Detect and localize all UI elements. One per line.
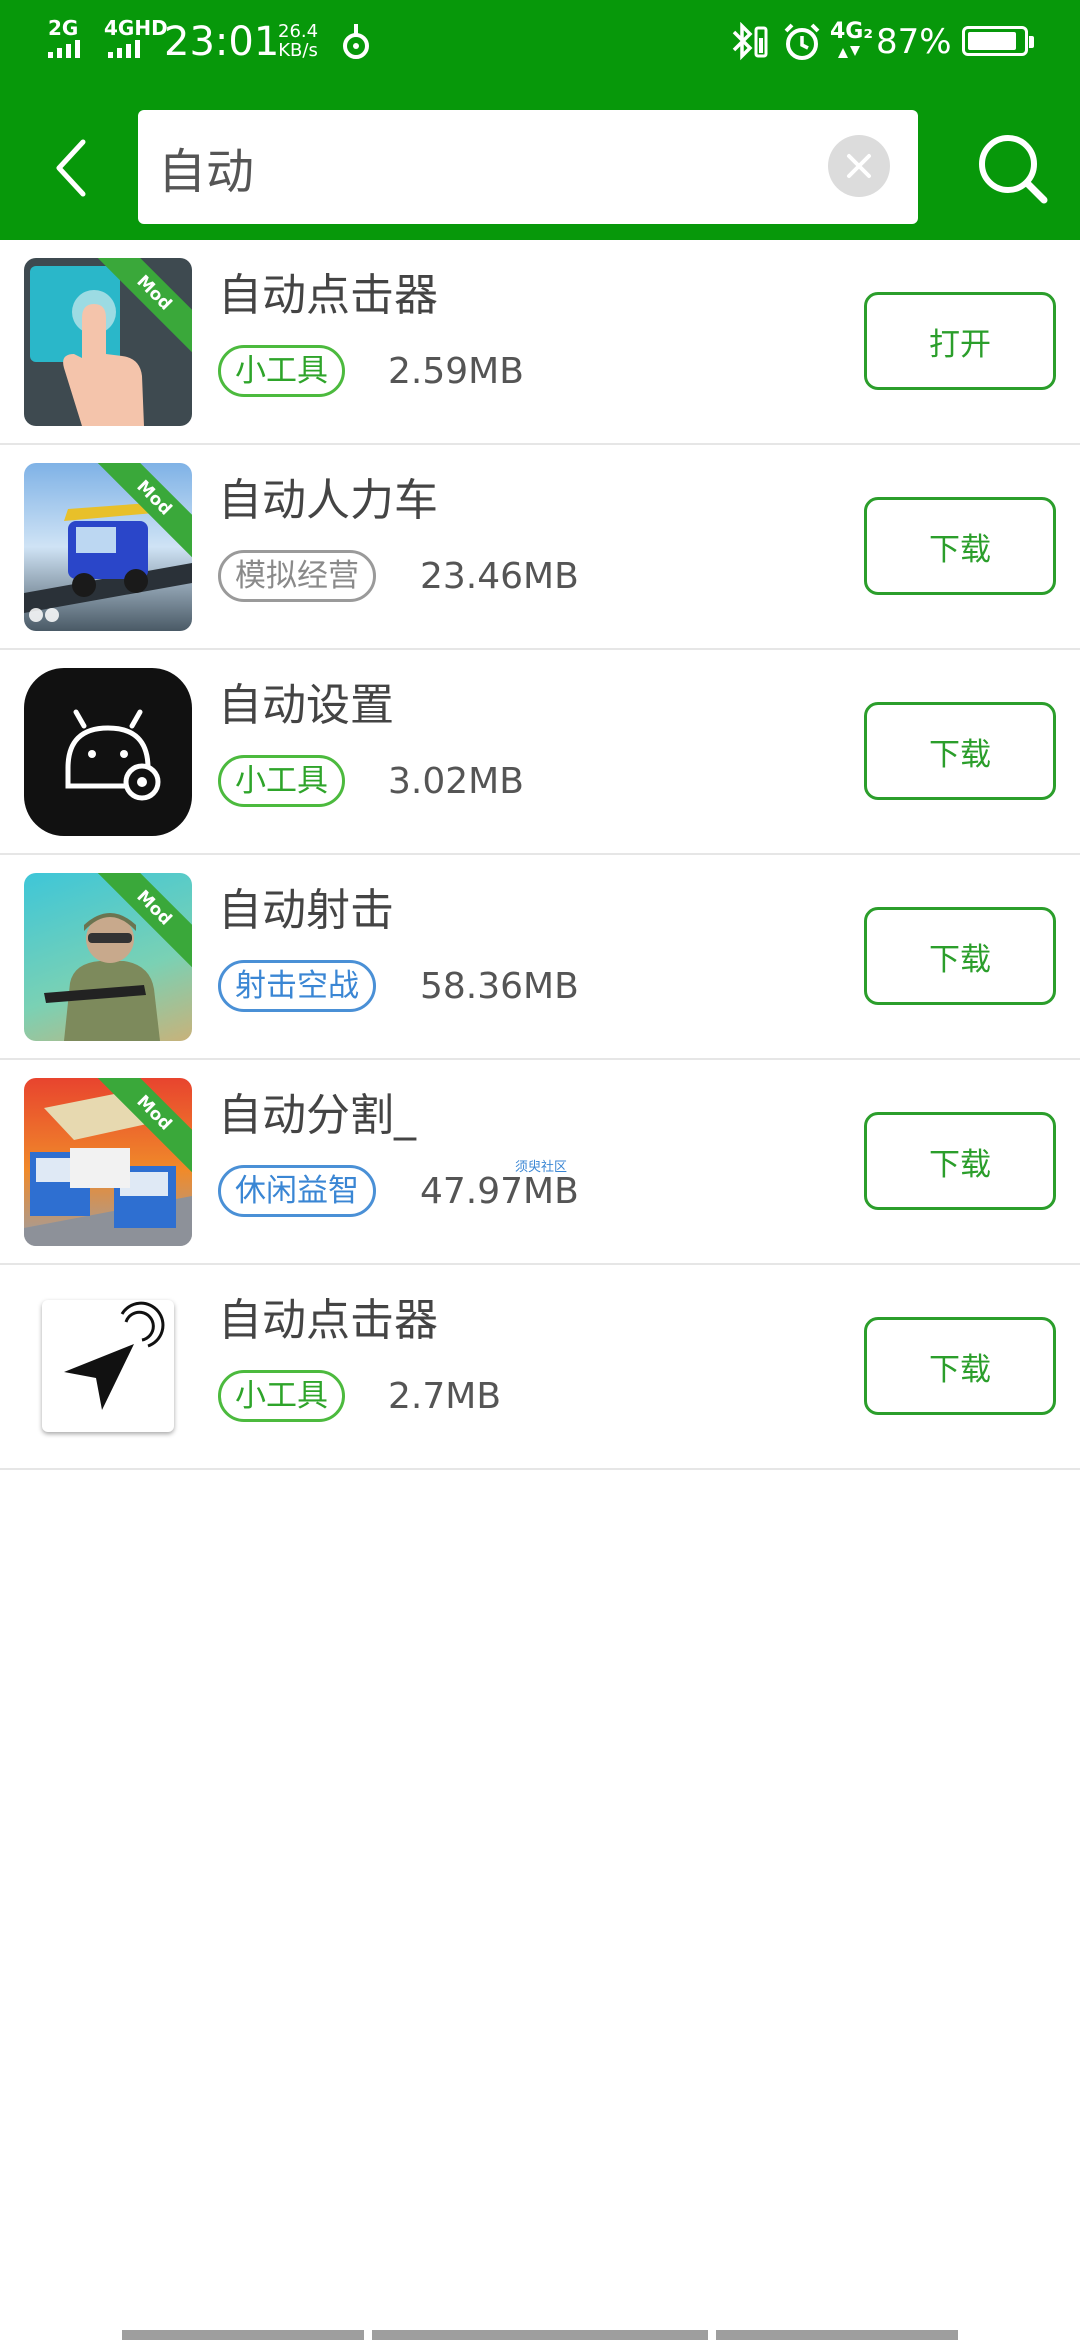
download-button[interactable]: 下载 [864,497,1056,595]
clock: 23:01 [164,19,280,65]
search-button[interactable] [968,124,1058,214]
android-settings-icon [24,668,192,836]
category-tag: 小工具 [218,345,345,397]
app-name: 自动分割_ [218,1090,416,1141]
soldier-icon: Mod [24,873,192,1041]
back-button[interactable] [40,128,100,208]
file-size: 2.59MB [388,351,524,392]
open-button[interactable]: 打开 [864,292,1056,390]
search-box[interactable] [138,110,918,224]
net-speed-value: 26.4 [278,21,319,42]
net-speed: 26.4 KB/s [278,22,318,60]
scroll-indicator [716,2330,958,2340]
download-button[interactable]: 下载 [864,702,1056,800]
battery-percent: 87% [876,22,952,62]
scroll-indicator [372,2330,708,2340]
sim1-signal-icon [48,40,80,58]
list-item[interactable]: Mod 自动射击 射击空战 58.36MB 下载 [0,855,1080,1060]
alarm-icon [784,23,820,60]
list-item[interactable]: Mod 自动点击器 小工具 2.59MB 打开 [0,240,1080,445]
app-name: 自动点击器 [218,1295,438,1346]
app-header: 2G 4GHD 23:01 26.4 KB/s 4G₂ 87% [0,0,1080,240]
clear-icon [847,154,871,178]
list-item[interactable]: 自动点击器 小工具 2.7MB 下载 [0,1265,1080,1470]
net-speed-unit: KB/s [278,40,318,61]
file-size: 23.46MB [420,556,579,597]
list-item[interactable]: Mod 自动人力车 模拟经营 23.46MB 下载 [0,445,1080,650]
category-tag: 小工具 [218,1370,345,1422]
category-tag: 射击空战 [218,960,376,1012]
tuk-tuk-icon: Mod [24,463,192,631]
category-tag: 模拟经营 [218,550,376,602]
app-name: 自动点击器 [218,270,438,321]
download-button[interactable]: 下载 [864,1317,1056,1415]
app-name: 自动设置 [218,680,394,731]
file-size: 2.7MB [388,1376,502,1417]
bluetooth-icon [732,22,768,61]
download-button[interactable]: 下载 [864,907,1056,1005]
app-name: 自动射击 [218,885,394,936]
category-tag: 休闲益智 [218,1165,376,1217]
cursor-tap-icon [42,1300,174,1432]
scroll-indicator [122,2330,364,2340]
download-button[interactable]: 下载 [864,1112,1056,1210]
file-size: 58.36MB [420,966,579,1007]
back-arrow-icon [56,139,86,197]
list-item[interactable]: Mod 自动分割_ 休闲益智 须臾社区 47.97MB 下载 [0,1060,1080,1265]
sim2-signal-icon [108,40,140,58]
sim2-network-label: 4GHD [104,16,168,40]
hotspot-icon [343,24,369,59]
trucks-icon: Mod [24,1078,192,1246]
search-icon [979,135,1048,204]
sim1-network-label: 2G [48,16,79,40]
clear-search-button[interactable] [828,135,890,197]
status-bar: 2G 4GHD 23:01 26.4 KB/s 4G₂ 87% [0,0,1080,84]
search-results-list: Mod 自动点击器 小工具 2.59MB 打开 Mod 自动人力车 模拟经营 2… [0,240,1080,1470]
battery-icon [962,26,1034,56]
data-activity-icon [838,46,860,58]
file-size: 47.97MB [420,1171,579,1212]
hand-tap-icon: Mod [24,258,192,426]
category-tag: 小工具 [218,755,345,807]
list-item[interactable]: 自动设置 小工具 3.02MB 下载 [0,650,1080,855]
app-name: 自动人力车 [218,475,438,526]
search-input[interactable] [158,130,778,204]
network-type-label: 4G₂ [830,19,874,44]
file-size: 3.02MB [388,761,524,802]
